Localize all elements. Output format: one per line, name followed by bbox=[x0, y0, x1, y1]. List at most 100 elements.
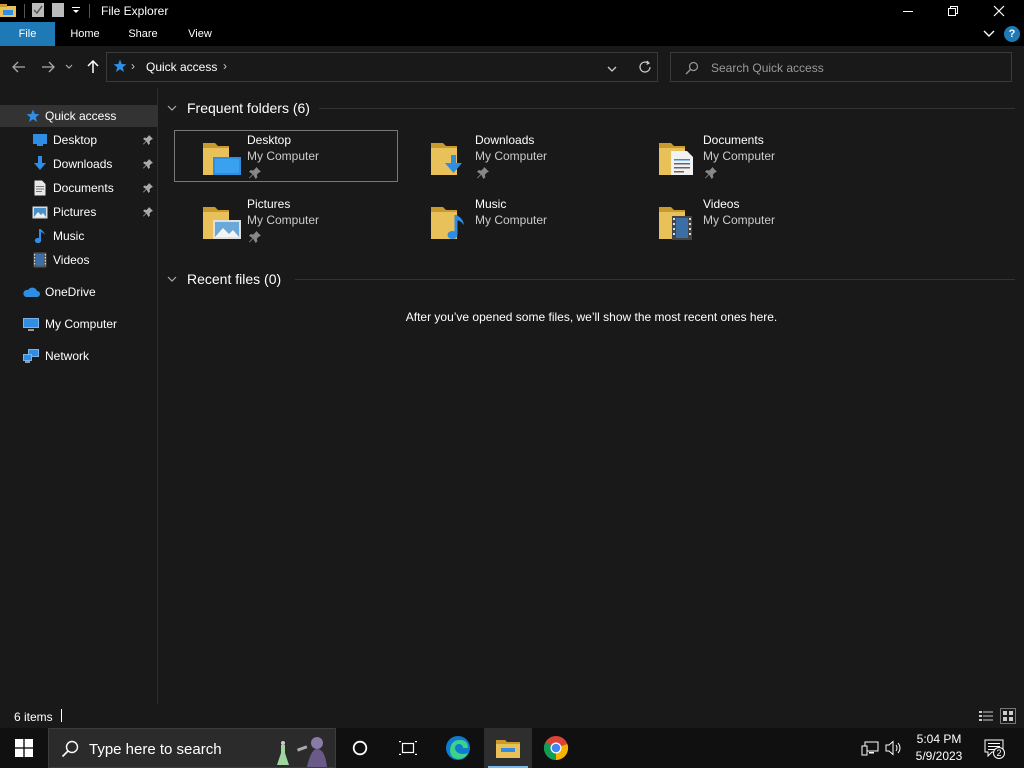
sidebar-item-videos[interactable]: Videos bbox=[0, 249, 158, 271]
address-bar[interactable]: › Quick access › bbox=[106, 52, 658, 82]
restore-button[interactable] bbox=[930, 0, 976, 22]
back-button[interactable] bbox=[10, 58, 28, 76]
cortana-button[interactable] bbox=[336, 728, 384, 768]
sidebar-item-downloads[interactable]: Downloads bbox=[0, 153, 158, 175]
forward-button[interactable] bbox=[39, 58, 57, 76]
breadcrumb-quick-access[interactable]: Quick access bbox=[146, 60, 217, 74]
pin-icon bbox=[249, 167, 261, 179]
action-center-button[interactable]: 2 bbox=[983, 738, 1005, 759]
notification-count-badge: 2 bbox=[993, 747, 1005, 759]
tab-share[interactable]: Share bbox=[120, 22, 166, 46]
sidebar-item-my-computer[interactable]: My Computer bbox=[0, 313, 158, 335]
taskbar-app-edge[interactable] bbox=[434, 728, 482, 768]
sidebar-item-label: Pictures bbox=[53, 205, 97, 219]
task-view-button[interactable] bbox=[384, 728, 432, 768]
collapse-chevron-icon bbox=[167, 273, 179, 285]
window-title: File Explorer bbox=[101, 4, 169, 18]
quick-access-toolbar bbox=[0, 0, 96, 22]
customize-toolbar-dropdown-icon[interactable] bbox=[71, 4, 81, 18]
details-view-icon bbox=[979, 711, 993, 721]
pin-icon bbox=[141, 181, 155, 195]
minimize-icon bbox=[903, 11, 913, 12]
start-button[interactable] bbox=[0, 728, 48, 768]
network-icon bbox=[22, 347, 40, 365]
folder-tile-desktop[interactable]: Desktop My Computer bbox=[174, 130, 398, 182]
sidebar-item-label: Videos bbox=[53, 253, 90, 267]
documents-folder-icon bbox=[659, 143, 693, 175]
folder-tile-downloads[interactable]: Downloads My Computer bbox=[402, 130, 626, 182]
address-history-dropdown-icon[interactable] bbox=[607, 62, 617, 76]
music-note-icon bbox=[31, 227, 49, 245]
clock-date: 5/9/2023 bbox=[915, 749, 963, 763]
sidebar-item-label: Downloads bbox=[53, 157, 113, 171]
large-icons-view-icon bbox=[1003, 711, 1013, 721]
folder-location: My Computer bbox=[247, 149, 320, 163]
search-highlight-illustration-icon bbox=[277, 737, 327, 767]
folder-tile-pictures[interactable]: Pictures My Computer bbox=[174, 194, 398, 246]
breadcrumb-separator[interactable]: › bbox=[223, 59, 227, 73]
tab-home[interactable]: Home bbox=[62, 22, 108, 46]
downloads-folder-icon bbox=[431, 143, 462, 175]
volume-tray-icon[interactable] bbox=[884, 738, 904, 758]
sidebar-item-documents[interactable]: Documents bbox=[0, 177, 158, 199]
tab-view[interactable]: View bbox=[178, 22, 222, 46]
pin-icon bbox=[141, 133, 155, 147]
taskbar-app-file-explorer[interactable] bbox=[484, 728, 532, 768]
chrome-browser-icon bbox=[543, 736, 569, 761]
network-tray-icon[interactable] bbox=[860, 738, 880, 758]
taskbar-app-chrome[interactable] bbox=[532, 728, 580, 768]
folder-tile-music[interactable]: Music My Computer bbox=[402, 194, 626, 246]
sidebar-item-network[interactable]: Network bbox=[0, 345, 158, 367]
breadcrumb-separator[interactable]: › bbox=[131, 59, 135, 73]
group-divider bbox=[319, 108, 1015, 109]
taskbar-clock[interactable]: 5:04 PM 5/9/2023 bbox=[910, 731, 968, 765]
folder-tile-documents[interactable]: Documents My Computer bbox=[630, 130, 854, 182]
windows-logo-icon bbox=[15, 739, 33, 757]
recent-locations-button[interactable] bbox=[63, 58, 75, 76]
pictures-folder-icon bbox=[203, 207, 241, 239]
expand-ribbon-chevron-icon[interactable] bbox=[983, 28, 997, 40]
sidebar-item-label: Music bbox=[53, 229, 85, 243]
taskbar: Type here to search 5:04 PM 5/9/2023 2 bbox=[0, 728, 1024, 768]
pin-icon bbox=[249, 231, 261, 243]
search-icon bbox=[685, 61, 699, 78]
restore-icon bbox=[948, 6, 958, 16]
folder-name: Downloads bbox=[475, 133, 535, 147]
folder-location: My Computer bbox=[247, 213, 320, 227]
new-folder-icon[interactable] bbox=[51, 2, 65, 21]
tab-file[interactable]: File bbox=[0, 22, 55, 46]
refresh-icon[interactable] bbox=[638, 60, 652, 77]
sidebar-item-desktop[interactable]: Desktop bbox=[0, 129, 158, 151]
item-count: 6 items bbox=[14, 710, 53, 724]
frequent-folders-header[interactable]: Frequent folders (6) bbox=[167, 97, 310, 119]
large-icons-view-button[interactable] bbox=[1000, 708, 1016, 724]
details-view-button[interactable] bbox=[978, 708, 994, 724]
file-explorer-folder-icon bbox=[496, 740, 520, 758]
taskbar-search-box[interactable]: Type here to search bbox=[48, 728, 336, 768]
sidebar-item-onedrive[interactable]: OneDrive bbox=[0, 281, 158, 303]
clock-time: 5:04 PM bbox=[916, 732, 962, 746]
status-bar: 6 items bbox=[0, 704, 1024, 728]
sidebar-item-pictures[interactable]: Pictures bbox=[0, 201, 158, 223]
pin-icon bbox=[477, 167, 489, 179]
forward-arrow-icon bbox=[42, 61, 55, 73]
group-title: Frequent folders (6) bbox=[187, 100, 310, 116]
help-icon[interactable]: ? bbox=[1004, 26, 1020, 42]
minimize-button[interactable] bbox=[885, 0, 931, 22]
download-arrow-icon bbox=[31, 155, 49, 173]
recent-files-header[interactable]: Recent files (0) bbox=[167, 268, 281, 290]
edge-browser-icon bbox=[446, 736, 470, 760]
sidebar-item-quick-access[interactable]: Quick access bbox=[0, 105, 158, 127]
chevron-down-icon bbox=[65, 64, 73, 69]
document-icon bbox=[31, 179, 49, 197]
properties-icon[interactable] bbox=[31, 2, 45, 21]
sidebar-item-music[interactable]: Music bbox=[0, 225, 158, 247]
up-button[interactable] bbox=[84, 58, 102, 76]
quick-access-star-icon bbox=[113, 59, 127, 76]
close-button[interactable] bbox=[976, 0, 1022, 22]
cortana-circle-icon bbox=[352, 740, 368, 756]
search-box[interactable] bbox=[670, 52, 1012, 82]
folder-tile-videos[interactable]: Videos My Computer bbox=[630, 194, 854, 246]
back-arrow-icon bbox=[12, 61, 25, 73]
search-input[interactable] bbox=[711, 59, 1001, 77]
